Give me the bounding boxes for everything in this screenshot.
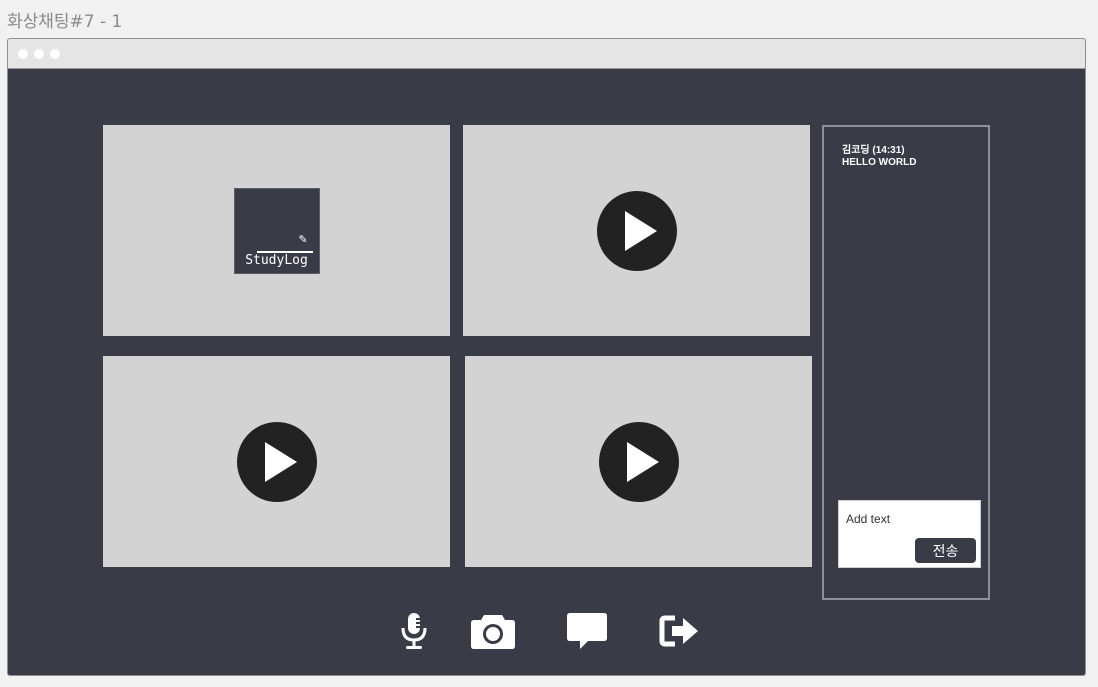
chat-text-input[interactable] <box>846 509 974 529</box>
logo-text: StudyLog <box>245 252 308 268</box>
video-tile-2[interactable] <box>463 125 810 336</box>
window-titlebar <box>8 39 1085 69</box>
chat-bubble-icon[interactable] <box>563 605 611 657</box>
chat-input-box: 전송 <box>838 500 981 568</box>
video-tile-self[interactable]: ✎ StudyLog <box>103 125 450 336</box>
chat-message: 김코딩 (14:31) HELLO WORLD <box>842 145 916 169</box>
browser-window: ✎ StudyLog 김코딩 (14:31) HELLO WORLD 전송 <box>7 38 1086 676</box>
video-tile-3[interactable] <box>103 356 450 567</box>
camera-icon[interactable] <box>469 605 517 657</box>
window-control-dot[interactable] <box>18 49 28 59</box>
chat-message-header: 김코딩 (14:31) <box>842 145 905 156</box>
play-icon[interactable] <box>598 421 679 502</box>
window-control-dot[interactable] <box>34 49 44 59</box>
page-title: 화상채팅#7 - 1 <box>7 12 123 32</box>
studylog-logo: ✎ StudyLog <box>233 187 320 274</box>
microphone-icon[interactable] <box>390 605 438 657</box>
video-tile-4[interactable] <box>465 356 812 567</box>
window-control-dot[interactable] <box>50 49 60 59</box>
play-icon[interactable] <box>236 421 317 502</box>
chat-panel: 김코딩 (14:31) HELLO WORLD 전송 <box>822 125 990 600</box>
pencil-icon: ✎ <box>298 232 308 246</box>
play-icon[interactable] <box>596 190 677 271</box>
chat-message-text: HELLO WORLD <box>842 157 917 168</box>
exit-icon[interactable] <box>656 605 704 657</box>
send-button[interactable]: 전송 <box>915 538 976 563</box>
